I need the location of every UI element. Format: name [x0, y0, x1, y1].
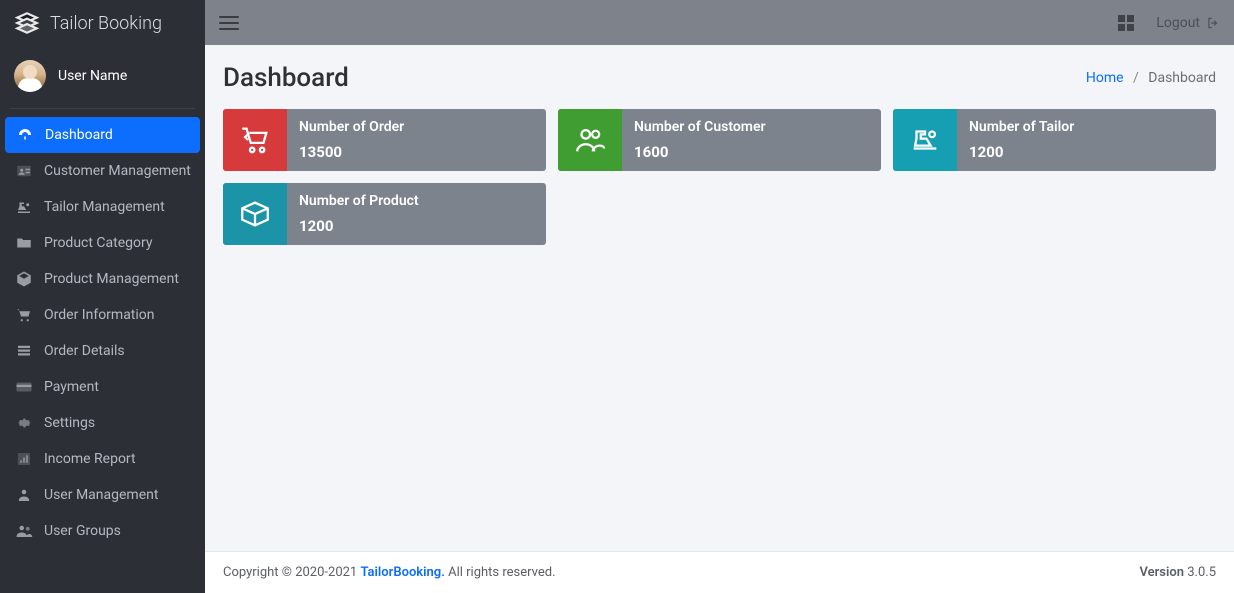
footer-version-number: 3.0.5: [1184, 565, 1216, 580]
stat-card-orders[interactable]: Number of Order 13500: [223, 109, 546, 171]
sidebar-item-label: User Management: [44, 487, 158, 503]
sidebar-item-label: Order Information: [44, 307, 155, 323]
sidebar-nav: Dashboard Customer Management Tailor Man…: [0, 109, 205, 549]
sidebar-item-label: Tailor Management: [44, 199, 165, 215]
sidebar-item-settings[interactable]: Settings: [0, 405, 205, 441]
logout-icon: [1206, 16, 1220, 30]
sidebar-item-dashboard[interactable]: Dashboard: [5, 117, 200, 153]
stat-card-tailors[interactable]: Number of Tailor 1200: [893, 109, 1216, 171]
brand[interactable]: Tailor Booking: [0, 0, 205, 46]
content: Dashboard Home / Dashboard Number of Ord…: [205, 45, 1234, 551]
sidebar-item-label: Product Management: [44, 271, 179, 287]
sidebar-item-tailor-management[interactable]: Tailor Management: [0, 189, 205, 225]
breadcrumb-current: Dashboard: [1148, 70, 1216, 86]
topbar: Logout: [205, 0, 1234, 45]
folder-icon: [14, 234, 34, 252]
logout-button[interactable]: Logout: [1156, 15, 1220, 31]
user-block[interactable]: User Name: [0, 46, 205, 108]
box-icon: [223, 183, 287, 245]
stat-card-value: 1200: [969, 143, 1204, 161]
sidebar-item-customer-management[interactable]: Customer Management: [0, 153, 205, 189]
apps-grid-icon[interactable]: [1118, 15, 1134, 31]
sidebar-item-label: Settings: [44, 415, 95, 431]
footer-version: Version 3.0.5: [1139, 565, 1216, 580]
cart-icon: [14, 306, 34, 324]
sewing-icon: [14, 198, 34, 216]
stat-card-value: 13500: [299, 143, 534, 161]
gauge-icon: [15, 126, 35, 144]
breadcrumb: Home / Dashboard: [1086, 70, 1216, 86]
sidebar-item-label: Order Details: [44, 343, 125, 359]
footer-copy-prefix: Copyright © 2020-2021: [223, 565, 360, 580]
sidebar-item-product-category[interactable]: Product Category: [0, 225, 205, 261]
sidebar-item-payment[interactable]: Payment: [0, 369, 205, 405]
users-icon: [14, 522, 34, 540]
breadcrumb-sep: /: [1133, 70, 1139, 86]
brand-title: Tailor Booking: [50, 13, 162, 34]
topbar-right: Logout: [1118, 15, 1220, 31]
sidebar: Tailor Booking User Name Dashboard Custo…: [0, 0, 205, 593]
logout-label: Logout: [1156, 15, 1200, 31]
box-icon: [14, 270, 34, 288]
footer: Copyright © 2020-2021 TailorBooking. All…: [205, 551, 1234, 593]
sidebar-item-order-details[interactable]: Order Details: [0, 333, 205, 369]
main: Logout Dashboard Home / Dashboard Num: [205, 0, 1234, 593]
page-title: Dashboard: [223, 63, 349, 93]
sidebar-item-label: User Groups: [44, 523, 121, 539]
avatar: [14, 60, 46, 92]
sidebar-item-label: Product Category: [44, 235, 153, 251]
stat-card-customers[interactable]: Number of Customer 1600: [558, 109, 881, 171]
sidebar-item-label: Payment: [44, 379, 99, 395]
id-card-icon: [14, 162, 34, 180]
payment-icon: [14, 378, 34, 396]
sidebar-item-order-information[interactable]: Order Information: [0, 297, 205, 333]
stat-card-title: Number of Customer: [634, 119, 869, 135]
stat-card-title: Number of Tailor: [969, 119, 1204, 135]
sidebar-item-user-groups[interactable]: User Groups: [0, 513, 205, 549]
sidebar-item-label: Customer Management: [44, 163, 191, 179]
cart-icon: [223, 109, 287, 171]
stat-card-title: Number of Order: [299, 119, 534, 135]
stat-card-title: Number of Product: [299, 193, 534, 209]
footer-copyright: Copyright © 2020-2021 TailorBooking. All…: [223, 565, 556, 580]
users-icon: [558, 109, 622, 171]
hamburger-icon[interactable]: [219, 16, 239, 30]
stat-cards: Number of Order 13500 Number of Customer…: [223, 109, 1216, 245]
user-icon: [14, 486, 34, 504]
stat-card-products[interactable]: Number of Product 1200: [223, 183, 546, 245]
footer-version-label: Version: [1139, 565, 1184, 580]
sidebar-item-product-management[interactable]: Product Management: [0, 261, 205, 297]
footer-brand: TailorBooking.: [360, 565, 444, 580]
list-icon: [14, 342, 34, 360]
content-header: Dashboard Home / Dashboard: [223, 63, 1216, 93]
sidebar-item-label: Dashboard: [45, 127, 113, 143]
footer-rights: All rights reserved.: [445, 565, 556, 580]
stat-card-value: 1600: [634, 143, 869, 161]
report-icon: [14, 450, 34, 468]
sidebar-item-label: Income Report: [44, 451, 136, 467]
breadcrumb-home[interactable]: Home: [1086, 70, 1124, 86]
sidebar-item-user-management[interactable]: User Management: [0, 477, 205, 513]
sidebar-item-income-report[interactable]: Income Report: [0, 441, 205, 477]
stat-card-value: 1200: [299, 217, 534, 235]
sewing-icon: [893, 109, 957, 171]
user-display-name: User Name: [58, 68, 127, 84]
brand-logo-icon: [14, 10, 40, 36]
gear-icon: [14, 414, 34, 432]
